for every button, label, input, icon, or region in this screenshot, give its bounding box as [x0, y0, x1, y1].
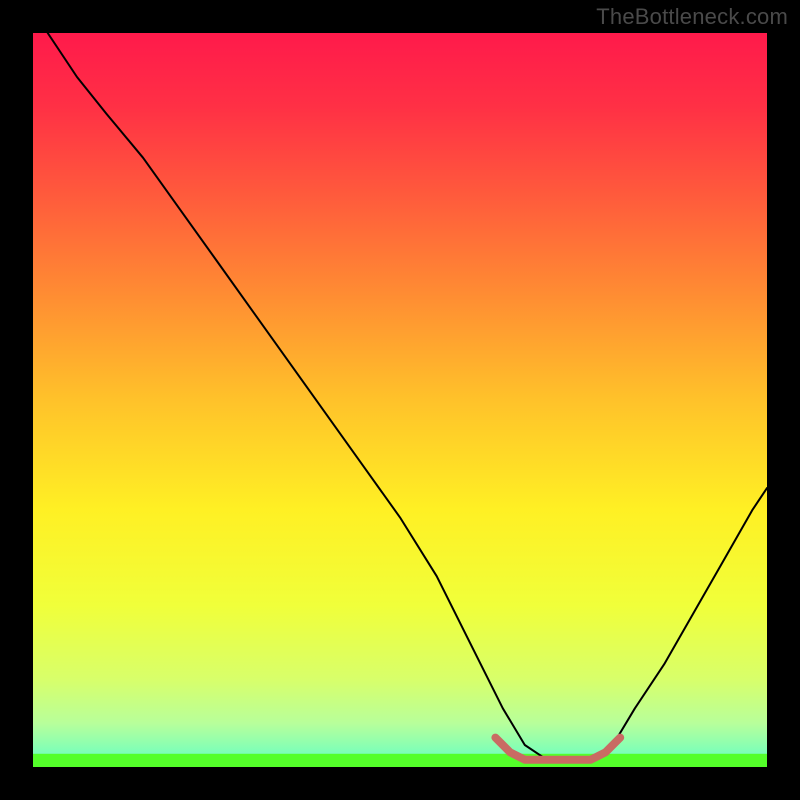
bottleneck-chart	[0, 0, 800, 800]
watermark-label: TheBottleneck.com	[596, 4, 788, 30]
baseline-bar	[33, 754, 767, 767]
gradient-background	[33, 33, 767, 767]
chart-stage: TheBottleneck.com	[0, 0, 800, 800]
